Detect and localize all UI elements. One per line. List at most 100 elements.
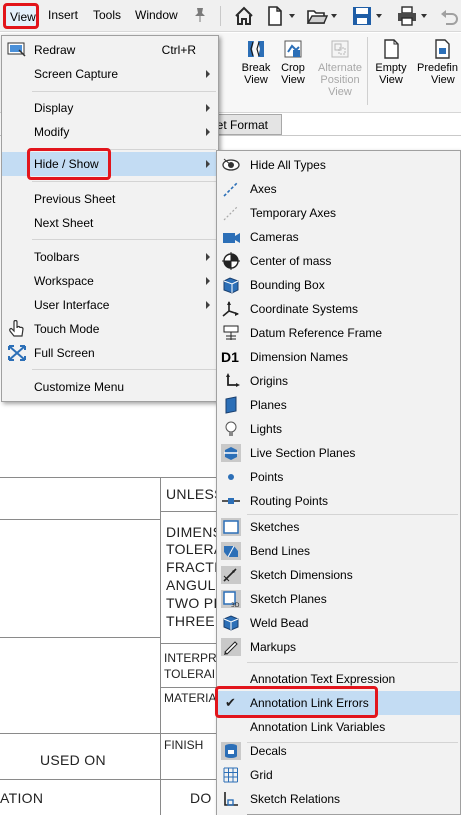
menu-item-axes[interactable]: Axes	[217, 177, 460, 201]
menu-item-markups[interactable]: Markups	[217, 635, 460, 659]
crop-view-button[interactable]: Crop View	[277, 38, 309, 86]
menu-item-screen-capture-label: Screen Capture	[34, 67, 119, 81]
menu-item-sketch-dimensions[interactable]: Sketch Dimensions	[217, 563, 460, 587]
menu-item-redraw[interactable]: Redraw Ctrl+R	[2, 38, 218, 62]
hide-show-submenu: Hide All Types Axes Temporary Axes Camer…	[216, 150, 461, 815]
menu-item-previous-sheet-label: Previous Sheet	[34, 192, 116, 206]
crop-view-label-1: Crop	[281, 62, 305, 74]
touch-mode-icon	[7, 319, 27, 338]
menu-item-customize-menu[interactable]: Customize Menu	[2, 375, 218, 399]
menu-item-dimension-names[interactable]: D1 Dimension Names	[217, 345, 460, 369]
menu-item-hide-all-types-label: Hide All Types	[250, 158, 326, 172]
lights-icon	[221, 420, 241, 438]
menu-item-workspace-label: Workspace	[34, 274, 94, 288]
menu-item-weld-bead[interactable]: Weld Bead	[217, 611, 460, 635]
alternate-position-view-button[interactable]: Alternate Position View	[312, 38, 368, 98]
open-dropdown-icon[interactable]	[331, 14, 337, 18]
menubar: View Insert Tools Window	[0, 0, 461, 32]
title-block-fracti: FRACTI	[166, 559, 219, 575]
menu-item-sketch-planes[interactable]: 3D Sketch Planes	[217, 587, 460, 611]
home-icon[interactable]	[233, 5, 255, 27]
menu-item-routing-points-label: Routing Points	[250, 494, 329, 508]
menu-item-annotation-text-expression-label: Annotation Text Expression	[250, 672, 396, 686]
checkmark-icon: ✔	[225, 695, 236, 710]
menu-item-sketches[interactable]: Sketches	[217, 515, 460, 539]
datum-reference-frame-icon	[221, 324, 241, 342]
predefined-view-label-1: Predefin	[417, 62, 458, 74]
coordinate-systems-icon	[221, 300, 241, 318]
menu-item-center-of-mass-label: Center of mass	[250, 254, 332, 268]
menu-item-points[interactable]: Points	[217, 465, 460, 489]
crop-view-label-2: View	[281, 74, 305, 86]
menu-item-bounding-box[interactable]: Bounding Box	[217, 273, 460, 297]
save-icon[interactable]	[351, 5, 373, 27]
menu-item-toolbars-label: Toolbars	[34, 250, 80, 264]
menu-item-annotation-link-errors[interactable]: ✔ Annotation Link Errors	[217, 691, 460, 715]
menu-item-routing-points[interactable]: Routing Points	[217, 489, 460, 513]
break-view-label-2: View	[244, 74, 268, 86]
live-section-planes-icon	[221, 444, 241, 462]
menu-item-decals[interactable]: Decals	[217, 739, 460, 763]
new-document-icon[interactable]	[264, 5, 286, 27]
menu-item-touch-mode[interactable]: Touch Mode	[2, 317, 218, 341]
menu-item-toolbars[interactable]: Toolbars	[2, 245, 218, 269]
routing-points-icon	[221, 492, 241, 510]
menu-item-temporary-axes[interactable]: Temporary Axes	[217, 201, 460, 225]
menu-item-annotation-link-errors-label: Annotation Link Errors	[250, 696, 369, 710]
menu-item-cameras[interactable]: Cameras	[217, 225, 460, 249]
menu-window[interactable]: Window	[135, 8, 178, 22]
menu-item-user-interface-label: User Interface	[34, 298, 110, 312]
ribbon-separator	[367, 37, 368, 105]
menu-item-datum-reference-frame[interactable]: Datum Reference Frame	[217, 321, 460, 345]
empty-view-label-2: View	[379, 74, 403, 86]
menu-item-sketch-relations[interactable]: Sketch Relations	[217, 787, 460, 811]
predefined-view-icon	[431, 38, 453, 60]
print-dropdown-icon[interactable]	[421, 14, 427, 18]
menu-item-coordinate-systems[interactable]: Coordinate Systems	[217, 297, 460, 321]
menu-view[interactable]: View	[3, 3, 39, 29]
bounding-box-icon	[221, 276, 241, 294]
view-menu: Redraw Ctrl+R Screen Capture Display Mod…	[1, 35, 219, 402]
menu-item-grid[interactable]: Grid	[217, 763, 460, 787]
menu-item-previous-sheet[interactable]: Previous Sheet	[2, 187, 218, 211]
menu-item-user-interface[interactable]: User Interface	[2, 293, 218, 317]
menu-item-annotation-text-expression[interactable]: Annotation Text Expression	[217, 667, 460, 691]
menu-insert[interactable]: Insert	[48, 8, 78, 22]
menu-item-customize-menu-label: Customize Menu	[34, 380, 125, 394]
new-dropdown-icon[interactable]	[289, 14, 295, 18]
menu-item-annotation-link-variables[interactable]: Annotation Link Variables	[217, 715, 460, 739]
open-folder-icon[interactable]	[306, 5, 329, 27]
menu-item-origins[interactable]: Origins	[217, 369, 460, 393]
menu-item-touch-mode-label: Touch Mode	[34, 322, 100, 336]
menu-item-points-label: Points	[250, 470, 284, 484]
menu-item-bend-lines[interactable]: Bend Lines	[217, 539, 460, 563]
menu-item-live-section-planes[interactable]: Live Section Planes	[217, 441, 460, 465]
menu-item-workspace[interactable]: Workspace	[2, 269, 218, 293]
menu-item-hide-all-types[interactable]: Hide All Types	[217, 153, 460, 177]
menu-item-bounding-box-label: Bounding Box	[250, 278, 325, 292]
center-of-mass-icon	[221, 252, 241, 270]
predefined-view-button[interactable]: Predefin View	[414, 38, 461, 86]
pin-icon[interactable]	[193, 7, 207, 26]
menu-item-display[interactable]: Display	[2, 96, 218, 120]
menu-item-center-of-mass[interactable]: Center of mass	[217, 249, 460, 273]
title-block-interpr: INTERPR	[164, 651, 217, 665]
menu-item-hide-show[interactable]: Hide / Show	[2, 152, 218, 176]
menu-item-full-screen[interactable]: Full Screen	[2, 341, 218, 365]
undo-icon[interactable]	[438, 5, 460, 27]
break-view-button[interactable]: Break View	[238, 38, 274, 86]
save-dropdown-icon[interactable]	[376, 14, 382, 18]
menu-item-next-sheet-label: Next Sheet	[34, 216, 94, 230]
menu-item-modify[interactable]: Modify	[2, 120, 218, 144]
menu-item-decals-label: Decals	[250, 744, 287, 758]
empty-view-button[interactable]: Empty View	[373, 38, 409, 86]
menu-item-next-sheet[interactable]: Next Sheet	[2, 211, 218, 235]
menu-item-full-screen-label: Full Screen	[34, 346, 95, 360]
menu-tools[interactable]: Tools	[93, 8, 121, 22]
print-icon[interactable]	[396, 5, 418, 27]
hide-all-types-icon	[221, 156, 241, 174]
menu-item-planes[interactable]: Planes	[217, 393, 460, 417]
menu-item-screen-capture[interactable]: Screen Capture	[2, 62, 218, 86]
break-view-icon	[245, 38, 267, 60]
menu-item-lights[interactable]: Lights	[217, 417, 460, 441]
